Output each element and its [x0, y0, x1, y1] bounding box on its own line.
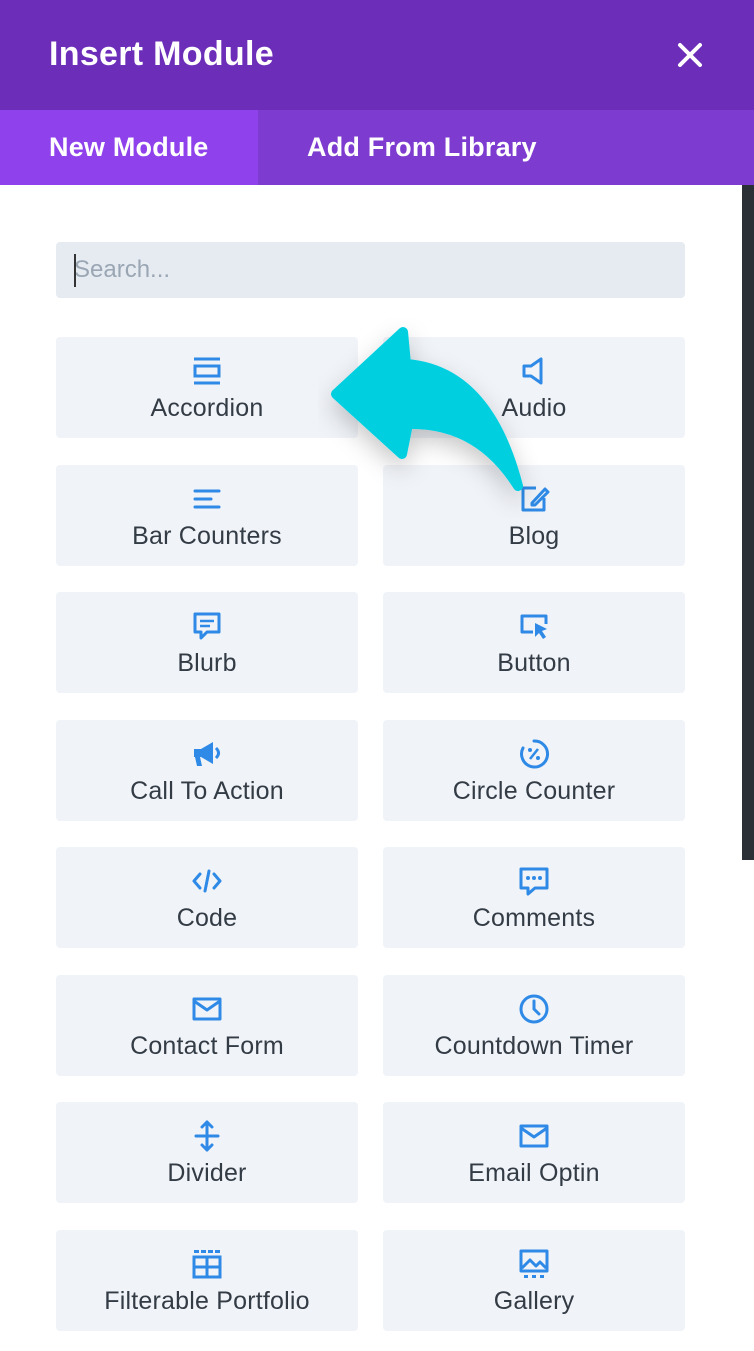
- module-label: Code: [176, 904, 238, 932]
- tab-bar: New Module Add From Library: [0, 110, 754, 185]
- call-to-action-icon: [194, 741, 220, 766]
- module-label: Accordion: [150, 394, 264, 422]
- module-label: Blog: [508, 521, 560, 550]
- module-audio[interactable]: Audio: [383, 337, 685, 438]
- module-gallery[interactable]: Gallery: [383, 1229, 685, 1331]
- module-email-optin[interactable]: Email Optin: [383, 1102, 685, 1203]
- tab-label: New Module: [49, 132, 209, 162]
- module-comments[interactable]: Comments: [383, 847, 685, 948]
- module-blurb[interactable]: Blurb: [56, 592, 358, 693]
- modal-title: Insert Module: [49, 35, 274, 73]
- blog-icon: [521, 486, 550, 511]
- module-label: Bar Counters: [132, 521, 282, 550]
- module-label: Audio: [501, 394, 567, 422]
- module-label: Call To Action: [130, 776, 284, 805]
- module-label: Countdown Timer: [434, 1031, 634, 1060]
- module-label: Button: [497, 649, 571, 677]
- button-icon: [520, 614, 548, 639]
- filterable-portfolio-icon: [192, 1249, 222, 1278]
- gallery-icon: [519, 1249, 549, 1278]
- module-circle-counter[interactable]: Circle Counter: [383, 719, 685, 821]
- module-blog[interactable]: Blog: [383, 464, 685, 566]
- module-filterable-portfolio[interactable]: Filterable Portfolio: [56, 1229, 358, 1331]
- module-label: Blurb: [177, 649, 237, 677]
- module-label: Contact Form: [130, 1031, 284, 1060]
- module-countdown-timer[interactable]: Countdown Timer: [383, 974, 685, 1076]
- scrollbar[interactable]: [742, 185, 754, 860]
- text-caret: [74, 254, 76, 287]
- comments-icon: [519, 867, 549, 896]
- close-icon[interactable]: [672, 37, 708, 73]
- blurb-icon: [193, 612, 221, 640]
- module-contact-form[interactable]: Contact Form: [56, 974, 358, 1076]
- module-bar-counters[interactable]: Bar Counters: [56, 464, 358, 566]
- code-icon: [192, 869, 222, 893]
- module-divider[interactable]: Divider: [56, 1102, 358, 1203]
- modal-header: Insert Module: [0, 0, 754, 110]
- contact-form-icon: [192, 997, 222, 1020]
- module-label: Gallery: [493, 1286, 575, 1315]
- audio-icon: [522, 357, 543, 385]
- module-label: Circle Counter: [452, 776, 616, 805]
- module-code[interactable]: Code: [56, 847, 358, 948]
- module-label: Email Optin: [468, 1159, 600, 1187]
- countdown-timer-icon: [519, 994, 549, 1023]
- bar-counters-icon: [193, 489, 221, 508]
- divider-icon: [194, 1120, 220, 1152]
- circle-counter-icon: [520, 738, 550, 768]
- module-button[interactable]: Button: [383, 592, 685, 693]
- email-optin-icon: [519, 1124, 549, 1148]
- module-grid: Accordion Audio Bar Counters Blog Blurb …: [56, 337, 685, 1331]
- tab-label: Add From Library: [307, 132, 537, 162]
- search-input[interactable]: [56, 242, 685, 298]
- module-label: Filterable Portfolio: [104, 1286, 310, 1315]
- tab-add-from-library[interactable]: Add From Library: [258, 110, 754, 185]
- module-label: Divider: [167, 1159, 247, 1187]
- tab-new-module[interactable]: New Module: [0, 110, 258, 185]
- module-call-to-action[interactable]: Call To Action: [56, 719, 358, 821]
- module-label: Comments: [472, 904, 596, 932]
- module-accordion[interactable]: Accordion: [56, 337, 358, 438]
- accordion-icon: [193, 357, 221, 385]
